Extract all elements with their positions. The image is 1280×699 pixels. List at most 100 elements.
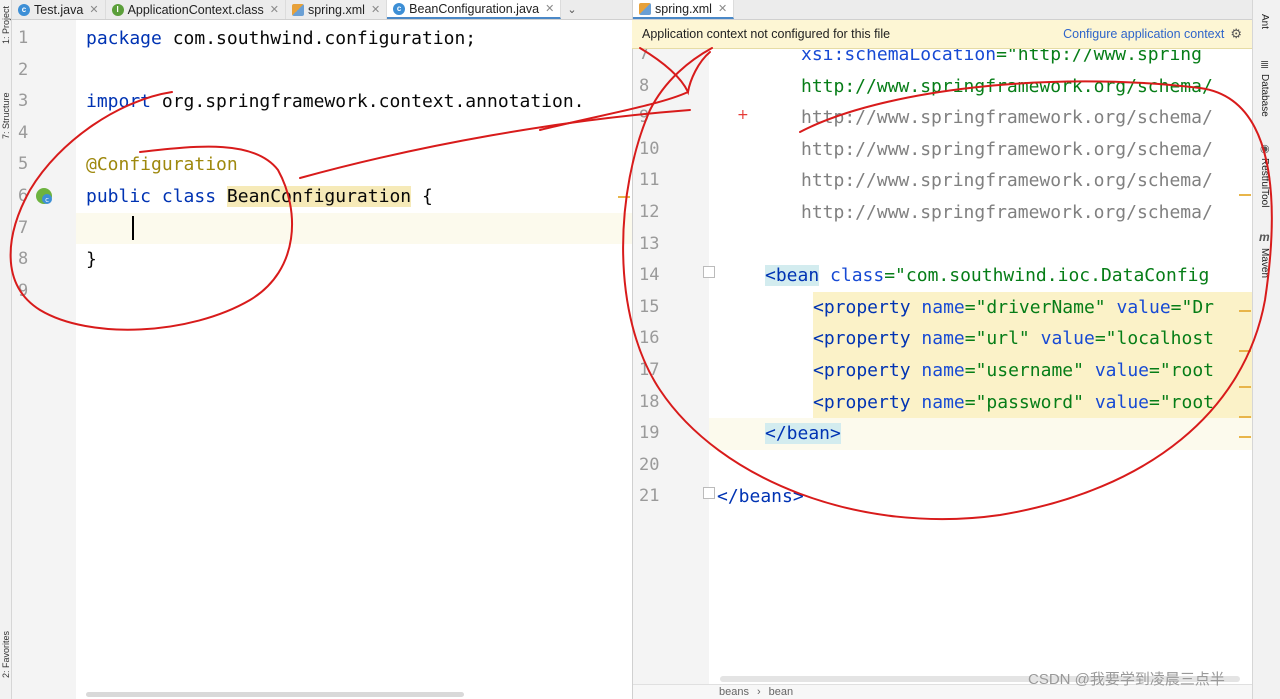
right-tool-stripe: Ant ≣ Database ◉ RestfulTool m Maven	[1252, 0, 1280, 699]
scroll-marker	[1239, 194, 1251, 196]
database-icon: ≣	[1260, 59, 1270, 71]
database-tool-button[interactable]: Database	[1259, 74, 1270, 117]
keyword: package	[86, 28, 162, 49]
code-line-bean-open: <bean class="com.southwind.ioc.DataConfi…	[765, 260, 1209, 292]
xml-attribute: class	[830, 265, 885, 287]
xml-string: ="com.southwind.ioc.DataConfig	[884, 265, 1210, 287]
tab-label: BeanConfiguration.java	[409, 1, 540, 16]
tab-label: spring.xml	[655, 1, 712, 16]
xml-string: ="root	[1149, 391, 1215, 413]
code-line-import: import org.springframework.context.annot…	[86, 86, 585, 118]
structure-tool-button[interactable]: 7: Structure	[0, 86, 12, 146]
xml-tag: </bean>	[765, 423, 841, 445]
scroll-marker	[1239, 416, 1251, 418]
tab-beanconfiguration-java[interactable]: c BeanConfiguration.java ✕	[387, 0, 562, 19]
right-gutter: 7 8 9 10 11 12 13 14 15 16 17 18 19 20 2…	[633, 20, 749, 684]
line-number: 9	[18, 280, 29, 301]
code-line-url: http://www.springframework.org/schema/	[801, 202, 1213, 223]
close-icon[interactable]: ✕	[545, 2, 554, 15]
xml-tag: </beans>	[717, 486, 804, 508]
code-line-close-brace: }	[86, 244, 97, 276]
horizontal-scrollbar[interactable]	[86, 692, 464, 697]
gear-icon[interactable]: ⚙	[1230, 26, 1242, 42]
favorites-tool-button[interactable]: 2: Favorites	[0, 624, 12, 684]
close-icon[interactable]: ✕	[270, 3, 279, 16]
line-number: 9	[639, 107, 650, 128]
line-number: 2	[18, 59, 29, 80]
close-icon[interactable]: ✕	[371, 3, 380, 16]
line-number: 4	[18, 122, 29, 143]
close-icon[interactable]: ✕	[718, 2, 727, 15]
breadcrumb-item[interactable]: beans	[719, 685, 749, 699]
right-editor-tab-bar: spring.xml ✕	[633, 0, 1252, 20]
xml-tag: <property	[813, 328, 911, 350]
line-number: 14	[639, 265, 660, 286]
keyword: public class	[86, 186, 217, 207]
left-tool-stripe: 1: Project 7: Structure 2: Favorites	[0, 0, 12, 699]
line-number: 8	[639, 75, 650, 96]
add-icon[interactable]: +	[737, 107, 749, 123]
text-caret	[132, 216, 134, 240]
line-number: 21	[639, 486, 660, 507]
tab-label: spring.xml	[307, 2, 365, 17]
xml-string: ="password"	[964, 391, 1084, 413]
code-text: com.southwind.configuration;	[161, 28, 477, 49]
code-line-class-decl: public class BeanConfiguration {	[86, 181, 433, 213]
code-text: {	[411, 186, 433, 207]
xml-attribute: name	[921, 328, 965, 350]
left-gutter: 1 2 3 4 5 6 7 8 9 c	[12, 20, 76, 699]
annotation: @Configuration	[86, 154, 238, 176]
code-line-url: http://www.springframework.org/schema/	[801, 107, 1213, 129]
line-number: 5	[18, 154, 29, 175]
tab-label: ApplicationContext.class	[127, 2, 264, 17]
class-name: BeanConfiguration	[226, 186, 412, 207]
close-icon[interactable]: ✕	[89, 3, 98, 16]
line-number: 11	[639, 170, 660, 191]
tab-list-chevron-icon[interactable]: ⌄	[561, 0, 582, 19]
line-number: 10	[639, 138, 660, 159]
xml-string: ="url"	[964, 328, 1030, 350]
breadcrumb-separator-icon: ›	[756, 686, 761, 698]
line-number: 19	[639, 423, 660, 444]
xml-attribute: value	[1094, 391, 1149, 413]
project-tool-button[interactable]: 1: Project	[0, 2, 12, 48]
spring-bean-gutter-icon[interactable]: c	[34, 186, 54, 206]
line-number: 15	[639, 296, 660, 317]
left-code-editor[interactable]: 1 2 3 4 5 6 7 8 9 c package com.southwin…	[12, 20, 632, 699]
tab-spring-xml-right[interactable]: spring.xml ✕	[633, 0, 735, 19]
maven-tool-button[interactable]: Maven	[1259, 248, 1270, 278]
line-number: 8	[18, 249, 29, 270]
tab-label: Test.java	[34, 2, 84, 17]
left-editor-tab-bar: c Test.java ✕ I ApplicationContext.class…	[12, 0, 632, 20]
xml-attribute: value	[1094, 360, 1149, 381]
watermark: CSDN @我要学到凌晨三点半	[1028, 671, 1225, 688]
line-number: 17	[639, 360, 660, 380]
code-line-property-driver: <property name="driverName" value="Dr	[813, 291, 1252, 324]
breadcrumb-item[interactable]: bean	[769, 685, 793, 699]
tab-applicationcontext-class[interactable]: I ApplicationContext.class ✕	[106, 0, 286, 19]
xml-file-icon	[639, 2, 651, 15]
xml-attribute: name	[921, 296, 965, 318]
code-line-package: package com.southwind.configuration;	[86, 23, 476, 55]
code-line-annotation: @Configuration	[86, 149, 238, 181]
restful-icon: ◉	[1260, 143, 1270, 155]
code-line-url: http://www.springframework.org/schema/	[801, 138, 1213, 160]
ant-tool-button[interactable]: Ant	[1259, 14, 1270, 29]
fold-toggle-icon[interactable]	[703, 487, 715, 499]
restfultool-tool-button[interactable]: RestfulTool	[1259, 158, 1270, 207]
line-number: 18	[639, 391, 660, 412]
tab-test-java[interactable]: c Test.java ✕	[12, 0, 106, 19]
java-class-icon: c	[393, 2, 406, 15]
code-line-url: http://www.springframework.org/schema/	[801, 170, 1213, 192]
xml-string: ="Dr	[1170, 296, 1215, 318]
xml-string: ="localhost	[1094, 328, 1215, 350]
tab-spring-xml[interactable]: spring.xml ✕	[286, 0, 388, 19]
fold-toggle-icon[interactable]	[703, 266, 715, 278]
line-number: 20	[639, 454, 660, 475]
java-class-icon: c	[18, 3, 30, 16]
xml-attribute: name	[921, 391, 965, 413]
xml-string: ="username"	[964, 360, 1084, 381]
right-code-editor[interactable]: 7 8 9 10 11 12 13 14 15 16 17 18 19 20 2…	[633, 20, 1252, 684]
configure-context-link[interactable]: Configure application context ⚙	[1063, 26, 1242, 42]
code-text: org.springframework.context.annotation.	[151, 91, 585, 113]
